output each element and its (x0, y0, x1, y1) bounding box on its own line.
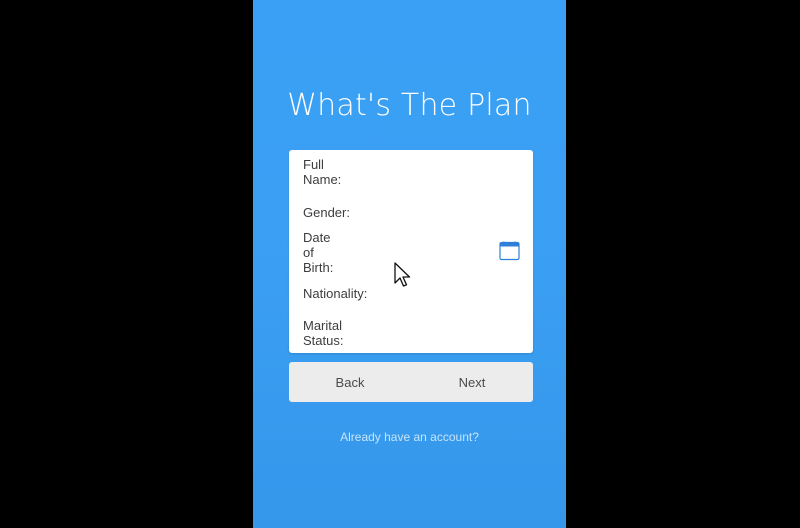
gender-row: Gender: (303, 200, 530, 224)
registration-form: Full Name: Gender: Date of Birth: Nation… (289, 150, 548, 353)
marital-status-row: Marital Status: (303, 318, 524, 348)
already-have-account-link[interactable]: Already have an account? (253, 430, 566, 444)
mouse-pointer-icon (394, 262, 411, 287)
nationality-row: Nationality: (303, 281, 548, 305)
page-title: What's The Plan (287, 88, 532, 123)
navigation-buttons: Back Next (289, 362, 533, 402)
marital-status-field[interactable] (347, 323, 524, 343)
full-name-row: Full Name: (303, 157, 523, 187)
full-name-label: Full Name: (303, 157, 342, 187)
gender-field[interactable] (353, 202, 530, 222)
date-of-birth-label: Date of Birth: (303, 229, 334, 275)
back-button[interactable]: Back (289, 362, 411, 402)
date-of-birth-field[interactable] (337, 242, 514, 262)
nationality-label: Nationality: (303, 285, 368, 301)
calendar-icon[interactable] (499, 241, 520, 261)
gender-label: Gender: (303, 204, 350, 220)
marital-status-label: Marital Status: (303, 318, 344, 348)
date-of-birth-row: Date of Birth: (303, 230, 514, 275)
next-button[interactable]: Next (411, 362, 533, 402)
full-name-field[interactable] (347, 162, 523, 182)
